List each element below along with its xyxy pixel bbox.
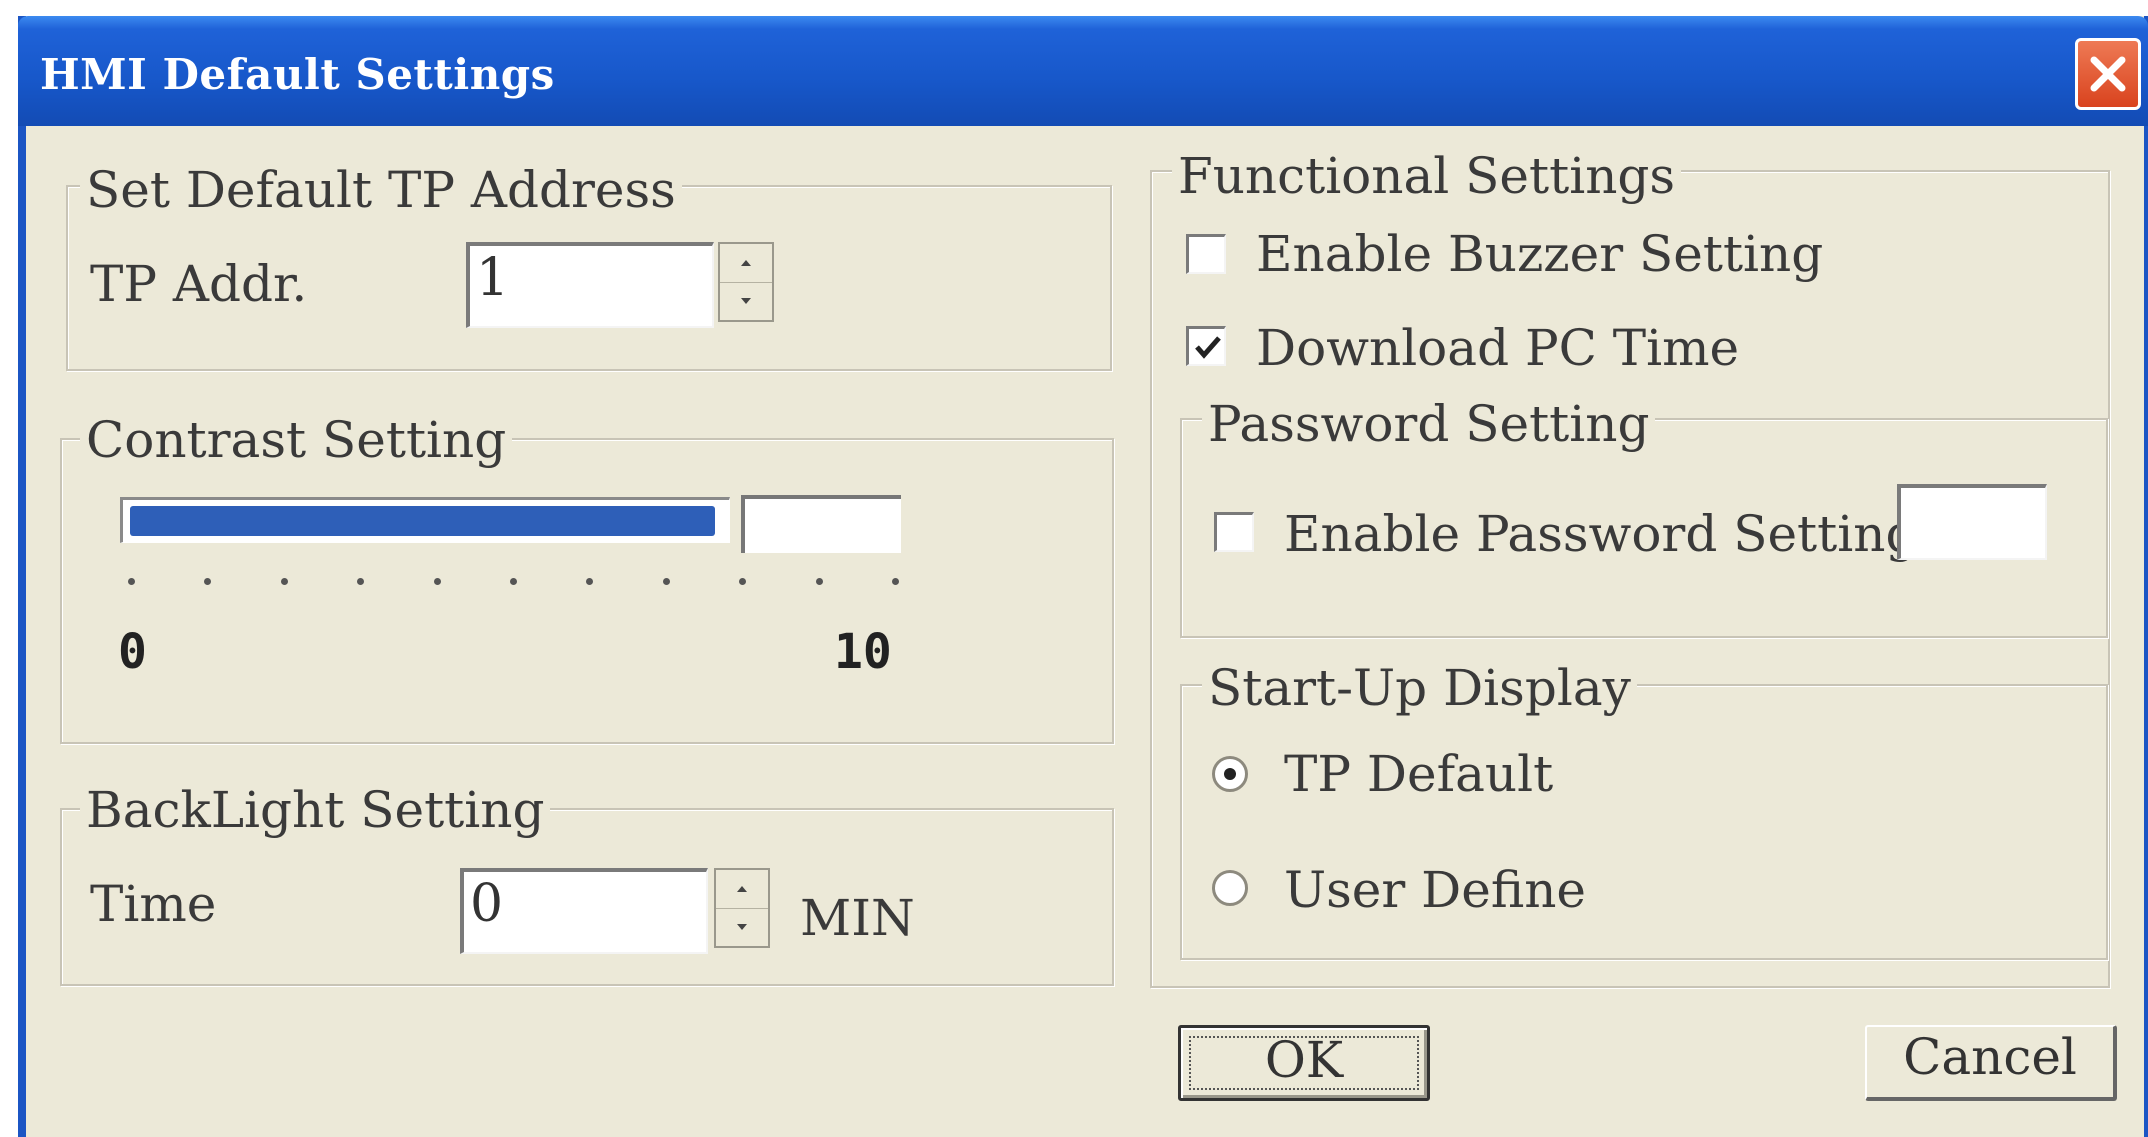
functional-settings-legend: Functional Settings [1172, 146, 1682, 206]
backlight-time-spinner[interactable] [714, 868, 770, 948]
contrast-tick [510, 578, 517, 585]
backlight-legend: BackLight Setting [80, 780, 551, 840]
close-icon [2090, 56, 2126, 92]
contrast-tick [662, 578, 670, 585]
spin-up-arrow-icon [741, 260, 751, 266]
tp-address-input[interactable]: 1 [466, 242, 714, 328]
radio-selected-dot [1224, 768, 1236, 780]
contrast-tick [433, 578, 441, 585]
spin-down-button[interactable] [716, 908, 768, 946]
spin-down-button[interactable] [720, 282, 772, 320]
contrast-legend: Contrast Setting [80, 410, 513, 470]
password-legend: Password Setting [1202, 394, 1656, 454]
spin-up-arrow-icon [737, 886, 747, 892]
spin-up-button[interactable] [720, 244, 772, 283]
window-title: HMI Default Settings [40, 50, 555, 99]
tp-address-spinner[interactable] [718, 242, 774, 322]
spin-up-button[interactable] [716, 870, 768, 909]
spin-down-arrow-icon [737, 924, 747, 930]
tp-address-legend: Set Default TP Address [80, 160, 682, 220]
backlight-time-label: Time [90, 875, 217, 933]
contrast-tick [128, 578, 135, 585]
contrast-min-label: 0 [118, 624, 147, 680]
password-enable-label: Enable Password Setting [1284, 505, 1918, 563]
contrast-group [60, 438, 1114, 744]
user-define-label: User Define [1284, 861, 1587, 919]
pc-time-label: Download PC Time [1256, 319, 1740, 377]
backlight-time-input[interactable]: 0 [460, 868, 708, 954]
ok-button[interactable]: OK [1178, 1025, 1430, 1101]
spin-down-arrow-icon [741, 298, 751, 304]
backlight-unit-label: MIN [800, 889, 915, 947]
buzzer-label: Enable Buzzer Setting [1256, 225, 1824, 283]
user-define-radio[interactable] [1212, 870, 1248, 906]
contrast-slider-thumb[interactable] [741, 495, 901, 553]
cancel-button[interactable]: Cancel [1865, 1025, 2117, 1101]
password-checkbox[interactable] [1214, 512, 1254, 552]
tp-address-label: TP Addr. [90, 255, 308, 313]
cancel-button-label: Cancel [1903, 1028, 2077, 1086]
password-input[interactable] [1897, 484, 2047, 560]
ok-button-label: OK [1264, 1031, 1344, 1089]
checkmark-icon [1195, 336, 1221, 359]
pc-time-checkbox[interactable] [1186, 326, 1226, 366]
contrast-slider-fill [130, 506, 715, 536]
contrast-tick [815, 578, 823, 585]
tp-default-radio[interactable] [1212, 756, 1248, 792]
startup-display-legend: Start-Up Display [1202, 658, 1637, 718]
close-button[interactable] [2075, 38, 2141, 110]
contrast-max-label: 10 [834, 624, 892, 680]
contrast-tick [892, 578, 899, 585]
tp-default-label: TP Default [1284, 745, 1554, 803]
contrast-tick [280, 578, 288, 585]
buzzer-checkbox[interactable] [1186, 234, 1226, 274]
